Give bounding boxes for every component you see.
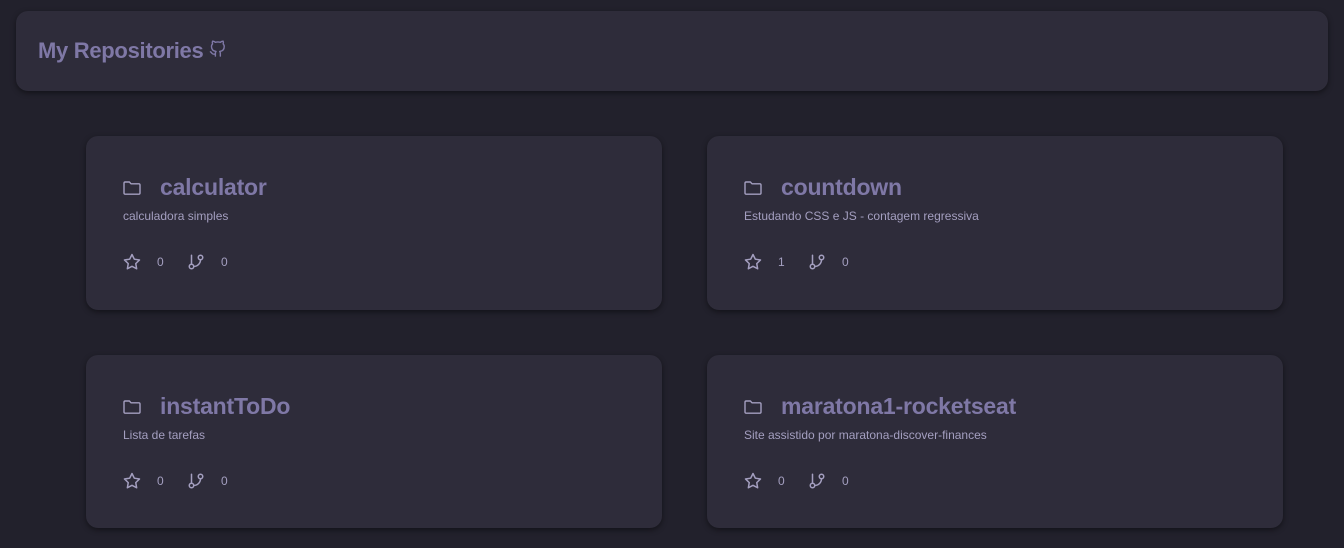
star-count: 0	[778, 474, 785, 488]
repo-description: Lista de tarefas	[123, 428, 206, 442]
repo-card[interactable]: instantToDo Lista de tarefas 0 0	[86, 355, 662, 528]
repo-card[interactable]: calculator calculadora simples 0 0	[86, 136, 662, 310]
repo-stats: 0 0	[123, 472, 229, 490]
github-icon	[209, 40, 226, 58]
fork-count: 0	[221, 255, 228, 269]
fork-count: 0	[842, 255, 849, 269]
git-branch-icon	[808, 472, 826, 490]
git-branch-icon	[187, 472, 205, 490]
repo-description: Estudando CSS e JS - contagem regressiva	[744, 209, 979, 223]
repo-description: Site assistido por maratona-discover-fin…	[744, 428, 987, 442]
star-icon	[744, 253, 762, 271]
star-count: 0	[157, 474, 164, 488]
repo-stats: 0 0	[123, 253, 229, 271]
fork-count: 0	[842, 474, 849, 488]
page-title: My Repositories	[38, 38, 204, 63]
folder-icon	[123, 399, 141, 415]
star-count: 1	[778, 255, 785, 269]
git-branch-icon	[187, 253, 205, 271]
repo-stats: 1 0	[744, 253, 850, 271]
page-header: My Repositories	[16, 11, 1328, 91]
git-branch-icon	[808, 253, 826, 271]
folder-icon	[123, 180, 141, 196]
repo-name[interactable]: countdown	[781, 174, 902, 201]
repo-name[interactable]: calculator	[160, 174, 267, 201]
fork-count: 0	[221, 474, 228, 488]
repo-card[interactable]: countdown Estudando CSS e JS - contagem …	[707, 136, 1283, 310]
repo-description: calculadora simples	[123, 209, 229, 223]
repo-name[interactable]: maratona1-rocketseat	[781, 393, 1016, 420]
folder-icon	[744, 180, 762, 196]
star-count: 0	[157, 255, 164, 269]
folder-icon	[744, 399, 762, 415]
star-icon	[123, 472, 141, 490]
repo-stats: 0 0	[744, 472, 850, 490]
star-icon	[744, 472, 762, 490]
repo-card[interactable]: maratona1-rocketseat Site assistido por …	[707, 355, 1283, 528]
repo-name[interactable]: instantToDo	[160, 393, 290, 420]
star-icon	[123, 253, 141, 271]
